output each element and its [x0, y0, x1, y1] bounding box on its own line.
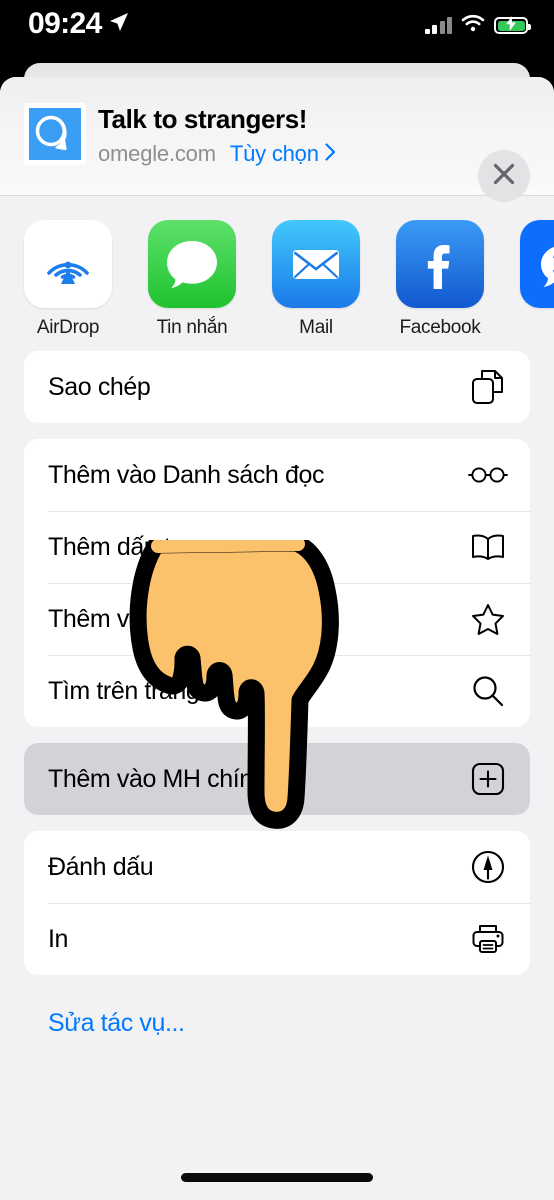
action-label: Thêm vào MH chính [48, 764, 267, 793]
edit-actions-link[interactable]: Sửa tác vụ... [24, 991, 530, 1038]
action-label: Thêm vào Danh sách đọc [48, 460, 325, 489]
action-group: Đánh dấu In [24, 831, 530, 975]
action-group: Sao chép [24, 351, 530, 423]
home-indicator [181, 1173, 373, 1182]
share-target-zalo[interactable] [520, 220, 554, 351]
share-target-messages[interactable]: Tin nhắn [148, 220, 236, 351]
book-icon [468, 527, 508, 567]
action-list: Sao chép Thêm vào Danh sách đọc Thêm dấu… [0, 351, 554, 1038]
action-group: Thêm vào MH chính [24, 743, 530, 815]
close-icon [492, 162, 516, 191]
share-target-label: Tin nhắn [156, 317, 228, 338]
action-row-favorites[interactable]: Thêm vào Mục ưa thích [24, 583, 530, 655]
action-group: Thêm vào Danh sách đọc Thêm dấu trang Th… [24, 439, 530, 727]
share-sheet-header-text: Talk to strangers! omegle.com Tùy chọn [98, 103, 336, 167]
action-label: Thêm dấu trang [48, 532, 219, 561]
page-domain: omegle.com [98, 140, 216, 166]
page-title: Talk to strangers! [98, 104, 308, 134]
action-row-add-to-home-screen[interactable]: Thêm vào MH chính [24, 743, 530, 815]
share-target-airdrop[interactable]: AirDrop [24, 220, 112, 351]
action-row-markup[interactable]: Đánh dấu [24, 831, 530, 903]
action-label: Sao chép [48, 372, 151, 401]
status-bar-left: 09:24 [28, 9, 129, 39]
status-bar-right [424, 14, 531, 37]
airdrop-icon [24, 220, 112, 308]
printer-icon [468, 919, 508, 959]
glasses-icon [468, 455, 508, 495]
action-row-print[interactable]: In [24, 903, 530, 975]
action-label: Thêm vào Mục ưa thích [48, 604, 304, 633]
action-row-copy[interactable]: Sao chép [24, 351, 530, 423]
share-target-label: AirDrop [36, 317, 100, 338]
share-sheet: Talk to strangers! omegle.com Tùy chọn A… [0, 77, 554, 1200]
battery-charging-icon [494, 15, 531, 34]
location-arrow-icon [109, 12, 129, 37]
facebook-icon [396, 220, 484, 308]
zalo-icon [520, 220, 554, 308]
action-label: Tìm trên trang [48, 676, 200, 705]
search-icon [468, 671, 508, 711]
share-target-facebook[interactable]: Facebook [396, 220, 484, 351]
options-link[interactable]: Tùy chọn [230, 141, 336, 167]
action-label: In [48, 924, 69, 953]
iphone-screen: 09:24 Talk to strangers! omegle.com Tùy … [0, 0, 554, 1200]
star-icon [468, 599, 508, 639]
action-label: Đánh dấu [48, 852, 154, 881]
action-row-find-on-page[interactable]: Tìm trên trang [24, 655, 530, 727]
plus-square-icon [468, 759, 508, 799]
status-bar: 09:24 [0, 0, 554, 58]
share-target-label: Facebook [399, 317, 481, 338]
share-sheet-header: Talk to strangers! omegle.com Tùy chọn [0, 77, 554, 202]
wifi-icon [461, 14, 485, 37]
share-targets-row[interactable]: AirDrop Tin nhắn Mail Facebook [0, 196, 554, 351]
share-target-label: Mail [299, 317, 333, 338]
action-row-bookmark[interactable]: Thêm dấu trang [24, 511, 530, 583]
status-bar-clock: 09:24 [28, 7, 102, 40]
mail-icon [272, 220, 360, 308]
close-button[interactable] [478, 150, 530, 202]
share-target-mail[interactable]: Mail [272, 220, 360, 351]
markup-pen-icon [468, 847, 508, 887]
options-label: Tùy chọn [229, 140, 319, 166]
cellular-signal-icon [424, 16, 452, 34]
copy-icon [468, 367, 508, 407]
action-row-reading-list[interactable]: Thêm vào Danh sách đọc [24, 439, 530, 511]
messages-icon [148, 220, 236, 308]
omegle-favicon [24, 103, 86, 165]
header-subline: omegle.com Tùy chọn [98, 141, 336, 167]
chevron-right-icon [325, 141, 336, 167]
